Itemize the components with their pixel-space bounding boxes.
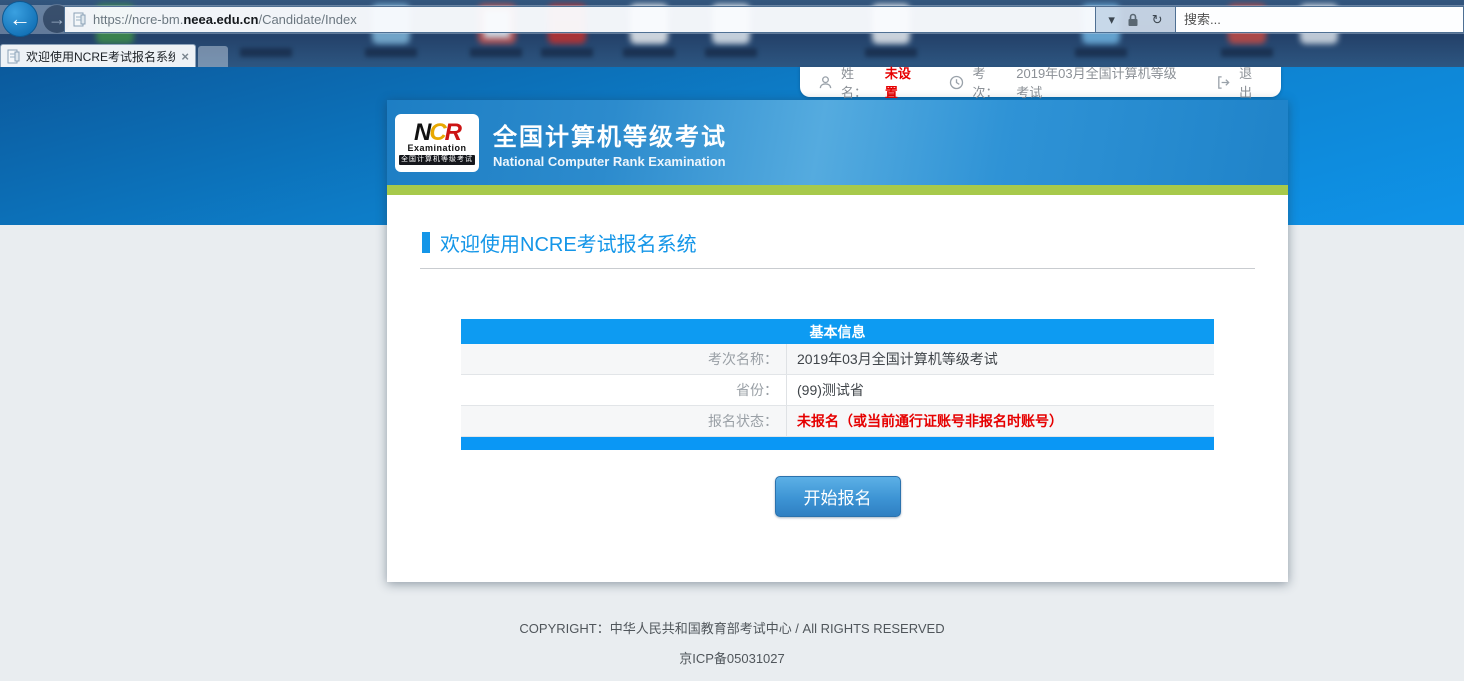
url-field[interactable]: https://ncre-bm.neea.edu.cn/Candidate/In… [64,6,1096,33]
session-label: 考次： [972,63,1008,101]
row-label: 省份： [461,375,787,405]
logout-button[interactable]: 退出 [1239,63,1263,101]
logout-icon [1216,75,1231,90]
welcome-heading: 欢迎使用NCRE考试报名系统 [422,228,1288,257]
basic-info-table: 基本信息 考次名称： 2019年03月全国计算机等级考试 省份： (99)测试省… [461,319,1214,450]
back-button[interactable]: ← [2,1,38,37]
table-row: 省份： (99)测试省 [461,375,1214,406]
content-panel: NCR Examination 全国计算机等级考试 全国计算机等级考试 Nati… [387,100,1288,582]
refresh-icon[interactable]: ↻ [1152,12,1163,28]
heading-accent-bar [422,232,430,253]
address-bar-buttons: ▾ ↻ [1096,6,1176,33]
lock-icon [1127,13,1139,27]
name-label: 姓名： [841,63,877,101]
panel-body: 欢迎使用NCRE考试报名系统 基本信息 考次名称： 2019年03月全国计算机等… [387,195,1288,582]
session-value: 2019年03月全国计算机等级考试 [1016,63,1187,101]
address-bar: ← → https://ncre-bm.neea.edu.cn/Candidat… [0,5,1464,34]
tab-title: 欢迎使用NCRE考试报名系统 [26,48,175,65]
page-icon [73,12,86,27]
tab-ncre[interactable]: 欢迎使用NCRE考试报名系统 × [0,44,196,67]
row-value: 2019年03月全国计算机等级考试 [787,344,1214,374]
start-registration-button[interactable]: 开始报名 [775,476,901,517]
browser-chrome: ← → https://ncre-bm.neea.edu.cn/Candidat… [0,0,1464,67]
search-input[interactable] [1176,7,1463,32]
logo-letters: NCR [414,123,460,143]
back-icon: ← [9,6,31,32]
logo-strip-text: 全国计算机等级考试 [399,155,475,165]
status-value: 未报名（或当前通行证账号非报名时账号） [787,406,1214,436]
name-value[interactable]: 未设置 [885,63,921,101]
heading-rule [420,268,1255,269]
page-footer: COPYRIGHT：中华人民共和国教育部考试中心 / All RIGHTS RE… [0,607,1464,667]
user-icon [818,75,833,90]
tab-favicon [7,49,20,64]
table-header: 基本信息 [461,319,1214,344]
icp-line: 京ICP备05031027 [0,648,1464,667]
user-bar: 姓名： 未设置 考次： 2019年03月全国计算机等级考试 退出 [800,67,1281,97]
url-path: /Candidate/Index [258,12,356,27]
row-label: 报名状态： [461,406,787,436]
table-footer-bar [461,437,1214,450]
screen: ← → https://ncre-bm.neea.edu.cn/Candidat… [0,0,1464,681]
page: 姓名： 未设置 考次： 2019年03月全国计算机等级考试 退出 NCR Exa… [0,67,1464,681]
search-box[interactable] [1176,6,1464,33]
clock-icon [949,75,964,90]
url-scheme: https://ncre-bm. [93,12,183,27]
url-domain: neea.edu.cn [183,12,258,27]
new-tab-stub[interactable] [198,46,228,67]
welcome-title: 欢迎使用NCRE考试报名系统 [440,228,697,257]
site-title: 全国计算机等级考试 [493,117,727,152]
row-label: 考次名称： [461,344,787,374]
logo-examination-text: Examination [407,143,466,153]
table-row: 考次名称： 2019年03月全国计算机等级考试 [461,344,1214,375]
row-value: (99)测试省 [787,375,1214,405]
green-divider [387,185,1288,195]
site-subtitle: National Computer Rank Examination [493,154,727,169]
site-header: NCR Examination 全国计算机等级考试 全国计算机等级考试 Nati… [387,100,1288,185]
copyright-line: COPYRIGHT：中华人民共和国教育部考试中心 / All RIGHTS RE… [0,618,1464,637]
url-text: https://ncre-bm.neea.edu.cn/Candidate/In… [93,12,357,27]
ncre-logo: NCR Examination 全国计算机等级考试 [395,114,479,172]
brand: 全国计算机等级考试 National Computer Rank Examina… [493,117,727,169]
table-row: 报名状态： 未报名（或当前通行证账号非报名时账号） [461,406,1214,437]
url-dropdown-icon[interactable]: ▾ [1108,12,1115,28]
tab-close-icon[interactable]: × [181,49,189,64]
